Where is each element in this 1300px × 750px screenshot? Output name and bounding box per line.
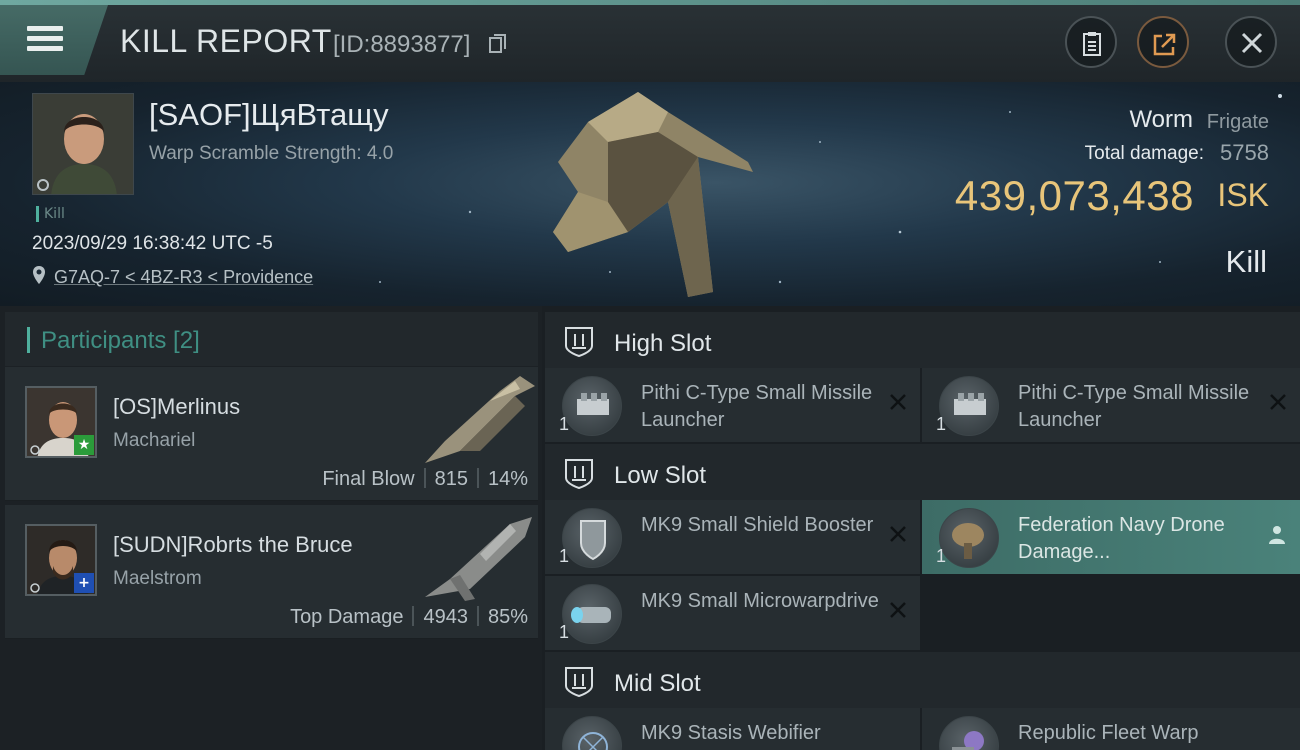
victim-ship-name[interactable]: Worm	[1129, 106, 1193, 134]
item-quantity: 1	[936, 414, 947, 434]
report-id: [ID:8893877]	[333, 31, 471, 58]
fitting-item[interactable]: Republic Fleet Warp	[922, 708, 1300, 750]
item-quantity: 1	[559, 414, 570, 434]
microwarpdrive-icon	[562, 584, 622, 644]
victim-ship-image	[553, 92, 753, 297]
location-pin-icon	[33, 266, 45, 284]
close-icon	[1241, 32, 1263, 54]
item-quantity: 1	[559, 622, 570, 642]
standing-star-icon: ★	[74, 435, 94, 455]
participants-header: Participants [2]	[5, 312, 538, 366]
item-quantity: 1	[936, 546, 947, 566]
participant-avatar[interactable]: +	[25, 524, 97, 596]
low-slot-header: Low Slot	[545, 444, 1300, 500]
standing-plus-icon: +	[74, 573, 94, 593]
participant-ship: Machariel	[113, 430, 196, 451]
kill-datetime: 2023/09/29 16:38:42 UTC -5	[32, 233, 273, 254]
top-bar: KILL REPORT [ID:8893877]	[0, 0, 1300, 82]
participant-damage: 815	[434, 468, 468, 490]
missile-launcher-icon	[562, 376, 622, 436]
fittings-panel: High Slot 1 Pithi C-Type Small Missile L…	[542, 306, 1300, 750]
dropped-person-icon	[1269, 526, 1285, 544]
item-name: MK9 Small Microwarpdrive	[641, 590, 879, 612]
participant-avatar[interactable]: ★	[25, 386, 97, 458]
participant-name[interactable]: [OS]Merlinus	[113, 394, 240, 420]
participant-role: Top Damage	[290, 606, 404, 628]
fitting-item[interactable]: 1 Pithi C-Type Small Missile Launcher	[922, 368, 1300, 442]
hamburger-icon	[27, 26, 63, 52]
share-button[interactable]	[1137, 16, 1189, 68]
warp-disruptor-icon	[939, 716, 999, 750]
menu-button[interactable]	[0, 5, 108, 75]
total-damage-label: Total damage:	[1084, 143, 1204, 164]
drone-damage-amplifier-icon	[939, 508, 999, 568]
mid-slot-header: Mid Slot	[545, 652, 1300, 708]
high-slot-icon	[565, 327, 593, 358]
victim-ship-class: Frigate	[1206, 111, 1269, 133]
close-button[interactable]	[1225, 16, 1277, 68]
fitting-item[interactable]: 1 MK9 Small Shield Booster	[545, 500, 920, 574]
warp-scramble-strength: Warp Scramble Strength: 4.0	[149, 143, 394, 164]
high-slot-header: High Slot	[545, 312, 1300, 368]
isk-unit: ISK	[1217, 177, 1269, 213]
participant-ship-image	[425, 517, 532, 601]
mid-slot-label: Mid Slot	[614, 670, 701, 697]
accent-bar	[27, 327, 30, 353]
participant-stats: Top Damage 4943 85%	[290, 606, 528, 629]
clipboard-icon	[1083, 32, 1101, 56]
share-icon	[1153, 33, 1176, 56]
participant-percent: 85%	[487, 606, 528, 628]
item-quantity: 1	[559, 546, 570, 566]
item-name: MK9 Small Shield Booster	[641, 514, 874, 536]
high-slot-label: High Slot	[614, 330, 712, 357]
fitting-item[interactable]: 1 MK9 Small Microwarpdrive	[545, 576, 920, 650]
participant-role: Final Blow	[322, 468, 415, 490]
portrait-image	[33, 94, 133, 194]
isk-value: 439,073,438	[954, 172, 1194, 219]
participant-name[interactable]: [SUDN]Robrts the Bruce	[113, 532, 353, 558]
fitting-item[interactable]: MK9 Stasis Webifier	[545, 708, 920, 750]
participant-stats: Final Blow 815 14%	[322, 468, 528, 491]
item-name: Republic Fleet Warp	[1018, 722, 1199, 744]
mid-slot-icon	[565, 667, 593, 698]
participant-percent: 14%	[487, 468, 528, 490]
page-title: KILL REPORT	[120, 23, 332, 59]
participants-label: Participants [2]	[41, 327, 200, 354]
fitting-item[interactable]: 1 Pithi C-Type Small Missile Launcher	[545, 368, 920, 442]
stasis-webifier-icon	[562, 716, 622, 750]
item-name: Pithi C-Type Small Missile Launcher	[641, 382, 873, 431]
item-name: Pithi C-Type Small Missile Launcher	[1018, 382, 1250, 431]
participant-ship: Maelstrom	[113, 568, 202, 589]
participant-ship-image	[425, 376, 535, 463]
low-slot-icon	[565, 459, 593, 490]
participants-panel: Participants [2] ★ [OS]Merlinus Macharie…	[0, 306, 542, 750]
victim-avatar[interactable]	[32, 93, 134, 195]
kill-location[interactable]: G7AQ-7 < 4BZ-R3 < Providence	[32, 265, 313, 290]
item-name: Federation Navy Drone Damage...	[1018, 514, 1225, 563]
location-link[interactable]: G7AQ-7 < 4BZ-R3 < Providence	[54, 267, 313, 288]
destroyed-x-icon	[890, 526, 906, 542]
copy-icon[interactable]	[489, 34, 507, 54]
result-label: Kill	[1225, 244, 1267, 279]
total-damage-value: 5758	[1220, 140, 1269, 165]
missile-launcher-icon	[939, 376, 999, 436]
kill-tag: Kill	[36, 206, 65, 222]
item-name: MK9 Stasis Webifier	[641, 722, 821, 744]
victim-summary: [SAOF]ЩяВтащу Warp Scramble Strength: 4.…	[0, 82, 1300, 306]
participant-row[interactable]: ★ [OS]Merlinus Machariel Final Blow 815 14…	[5, 367, 538, 501]
destroyed-x-icon	[890, 394, 906, 410]
participant-damage: 4943	[423, 606, 468, 628]
shield-booster-icon	[562, 508, 622, 568]
fitting-item-selected[interactable]: 1 Federation Navy Drone Damage...	[922, 500, 1300, 574]
participant-row[interactable]: + [SUDN]Robrts the Bruce Maelstrom Top D…	[5, 505, 538, 639]
victim-name[interactable]: [SAOF]ЩяВтащу	[149, 97, 389, 133]
report-button[interactable]	[1065, 16, 1117, 68]
low-slot-label: Low Slot	[614, 462, 707, 489]
destroyed-x-icon	[890, 602, 906, 618]
destroyed-x-icon	[1270, 394, 1286, 410]
